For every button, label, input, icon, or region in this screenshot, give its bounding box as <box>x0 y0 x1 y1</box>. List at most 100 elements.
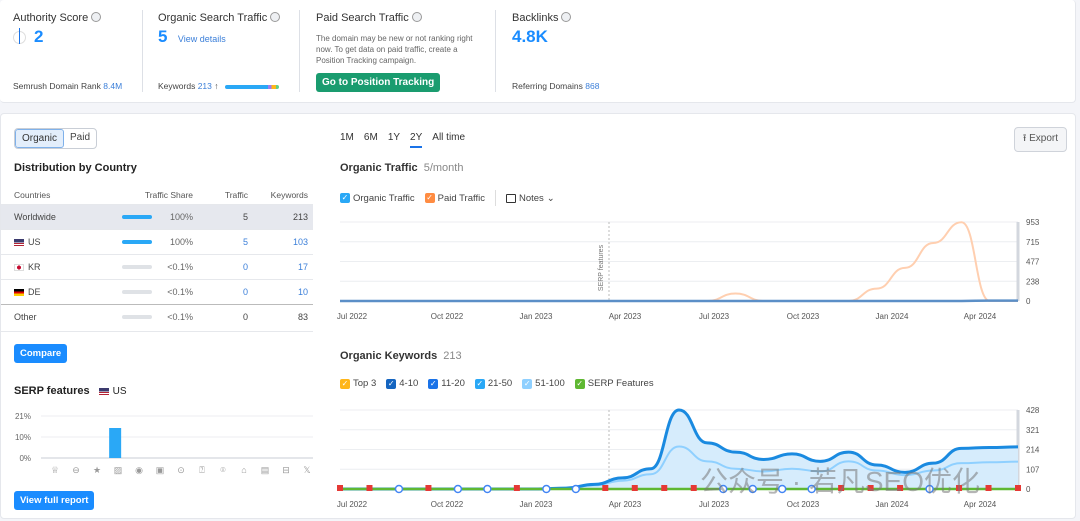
x-tick-label: Apr 2024 <box>964 500 997 509</box>
col-keywords[interactable]: Keywords <box>253 186 313 204</box>
x-tick-label: Oct 2022 <box>431 500 464 509</box>
authority-score-value: 2 <box>34 27 44 46</box>
share-value: <0.1% <box>167 261 193 272</box>
table-row[interactable]: DE <0.1% 0 10 <box>1 278 313 304</box>
notes-dropdown[interactable]: Notes ⌄ <box>505 193 555 204</box>
checkbox-icon: ✓ <box>522 378 533 389</box>
traffic-value[interactable]: 5 <box>198 228 253 254</box>
share-value: <0.1% <box>167 286 193 297</box>
keywords-value[interactable]: 213 <box>198 81 212 91</box>
share-value: 100% <box>169 236 193 247</box>
paid-traffic-description: The domain may be new or not ranking rig… <box>316 34 473 65</box>
organic-keywords-subtitle: 213 <box>443 350 462 362</box>
watermark: 公众号 · 若凡SEO优化 <box>700 466 981 497</box>
x-tick-label: Apr 2023 <box>609 500 642 509</box>
checkbox-icon: ✓ <box>474 378 485 389</box>
checkbox-icon: ✓ <box>574 378 585 389</box>
country-name[interactable]: KR <box>28 262 41 272</box>
table-row[interactable]: Worldwide 100% 5 213 <box>1 203 313 229</box>
legend-top-3[interactable]: ✓ Top 3 <box>340 378 376 389</box>
y-tick-label: 953 <box>1026 218 1040 227</box>
traffic-value[interactable]: 0 <box>198 253 253 279</box>
crown-icon[interactable]: ♕ <box>48 465 62 476</box>
range-tab-1y[interactable]: 1Y <box>388 132 400 148</box>
view-details-link[interactable]: View details <box>178 34 226 44</box>
backlinks-title: Backlinks <box>512 12 559 24</box>
keywords-value[interactable]: 10 <box>253 278 313 304</box>
legend-organic-traffic[interactable]: ✓ Organic Traffic <box>340 193 415 204</box>
authority-score-widget: Authority Score 2 Semrush Domain Rank 8.… <box>13 0 133 103</box>
legend-51-100[interactable]: ✓ 51-100 <box>522 378 565 389</box>
info-icon[interactable] <box>411 12 422 22</box>
info-icon[interactable] <box>561 12 572 22</box>
keywords-label: Keywords <box>158 81 196 91</box>
y-tick-label: 0% <box>19 454 31 463</box>
col-traffic[interactable]: Traffic <box>198 186 253 204</box>
legend-21-50[interactable]: ✓ 21-50 <box>474 378 512 389</box>
y-tick-label: 0 <box>1026 485 1031 494</box>
serp-features-chart: 21% 10% 0% <box>15 412 313 463</box>
range-tab-6m[interactable]: 6M <box>364 132 378 148</box>
organic-traffic-widget: Organic Search Traffic 5 View details Ke… <box>158 0 293 103</box>
country-name[interactable]: US <box>28 237 41 247</box>
organic-traffic-chart: 953 715 477 238 0 Jul 2022 Oct 2022 Jan 2023 Apr… <box>337 218 1040 321</box>
legend-paid-traffic[interactable]: ✓ Paid Traffic <box>424 193 485 204</box>
keywords-value[interactable]: 17 <box>253 253 313 279</box>
x-icon[interactable]: 𝕏 <box>300 465 314 476</box>
academic-icon[interactable]: ⌂ <box>237 465 251 476</box>
range-tab-all-time[interactable]: All time <box>432 132 465 148</box>
x-tick-label: Oct 2023 <box>787 312 820 321</box>
serp-features-annotation: SERP features <box>598 244 605 291</box>
link-icon[interactable]: ⊖ <box>69 465 83 476</box>
google-g-icon <box>483 484 492 494</box>
organic-traffic-value[interactable]: 5 <box>158 27 167 46</box>
col-countries: Countries <box>14 189 51 200</box>
col-traffic-share[interactable]: Traffic Share <box>88 186 198 204</box>
backlinks-widget: Backlinks 4.8K Referring Domains 868 <box>512 0 642 103</box>
google-g-icon <box>542 484 551 494</box>
video-box-icon[interactable]: ▣ <box>153 465 167 476</box>
export-button[interactable]: ⭱ Export <box>1013 127 1067 152</box>
table-row[interactable]: US 100% 5 103 <box>1 228 313 254</box>
video-icon[interactable]: ◉ <box>132 465 146 476</box>
overview-card: Organic Paid Distribution by Country Cou… <box>0 113 1076 519</box>
play-icon[interactable]: ⊙ <box>174 465 188 476</box>
star-icon[interactable]: ★ <box>90 465 104 476</box>
range-tab-2y[interactable]: 2Y <box>410 132 423 148</box>
backlinks-value[interactable]: 4.8K <box>512 27 548 46</box>
referring-domains-value[interactable]: 868 <box>585 81 599 91</box>
question-icon[interactable]: ⍰ <box>195 465 209 476</box>
go-to-position-tracking-button[interactable]: Go to Position Tracking <box>316 73 441 92</box>
keywords-value[interactable]: 103 <box>253 228 313 254</box>
location-icon[interactable]: ⌾ <box>216 465 230 476</box>
info-icon[interactable] <box>91 12 102 22</box>
traffic-value[interactable]: 0 <box>198 278 253 304</box>
divider <box>299 10 300 92</box>
serp-icons-row: ♕ ⊖ ★ ▨ ◉ ▣ ⊙ ⍰ ⌾ ⌂ ▤ ⊟ 𝕏 <box>48 465 314 476</box>
document-icon[interactable]: ▤ <box>258 465 272 476</box>
range-tab-1m[interactable]: 1M <box>340 132 354 148</box>
view-full-report-button[interactable]: View full report <box>14 491 95 510</box>
country-name[interactable]: DE <box>28 287 41 297</box>
legend-serp-features[interactable]: ✓ SERP Features <box>574 378 654 389</box>
table-row[interactable]: KR <0.1% 0 17 <box>1 253 313 279</box>
toggle-organic[interactable]: Organic <box>15 129 65 148</box>
serp-country: US <box>112 386 127 397</box>
x-tick-label: Jan 2024 <box>876 500 909 509</box>
kr-flag-icon <box>14 263 24 271</box>
legend-4-10[interactable]: ✓ 4-10 <box>386 378 418 389</box>
google-update-flag-icon <box>985 485 992 491</box>
checkbox-icon: ✓ <box>424 193 435 203</box>
briefcase-icon[interactable]: ⊟ <box>279 465 293 476</box>
keywords-legend: ✓ Top 3 ✓ 4-10 ✓ 11-20 ✓ 21-50 ✓ 51-100 ✓ SERP Feat… <box>340 378 654 389</box>
image-icon[interactable]: ▨ <box>111 465 125 476</box>
metrics-card: Authority Score 2 Semrush Domain Rank 8.… <box>0 0 1076 103</box>
legend-11-20[interactable]: ✓ 11-20 <box>428 378 465 389</box>
compare-button[interactable]: Compare <box>14 344 68 363</box>
toggle-paid[interactable]: Paid <box>64 129 96 148</box>
share-value: 100% <box>169 211 193 222</box>
google-update-flag-icon <box>661 485 668 491</box>
domain-rank-value[interactable]: 8.4M <box>103 81 122 91</box>
info-icon[interactable] <box>270 12 281 22</box>
google-update-flag-icon <box>513 485 520 491</box>
